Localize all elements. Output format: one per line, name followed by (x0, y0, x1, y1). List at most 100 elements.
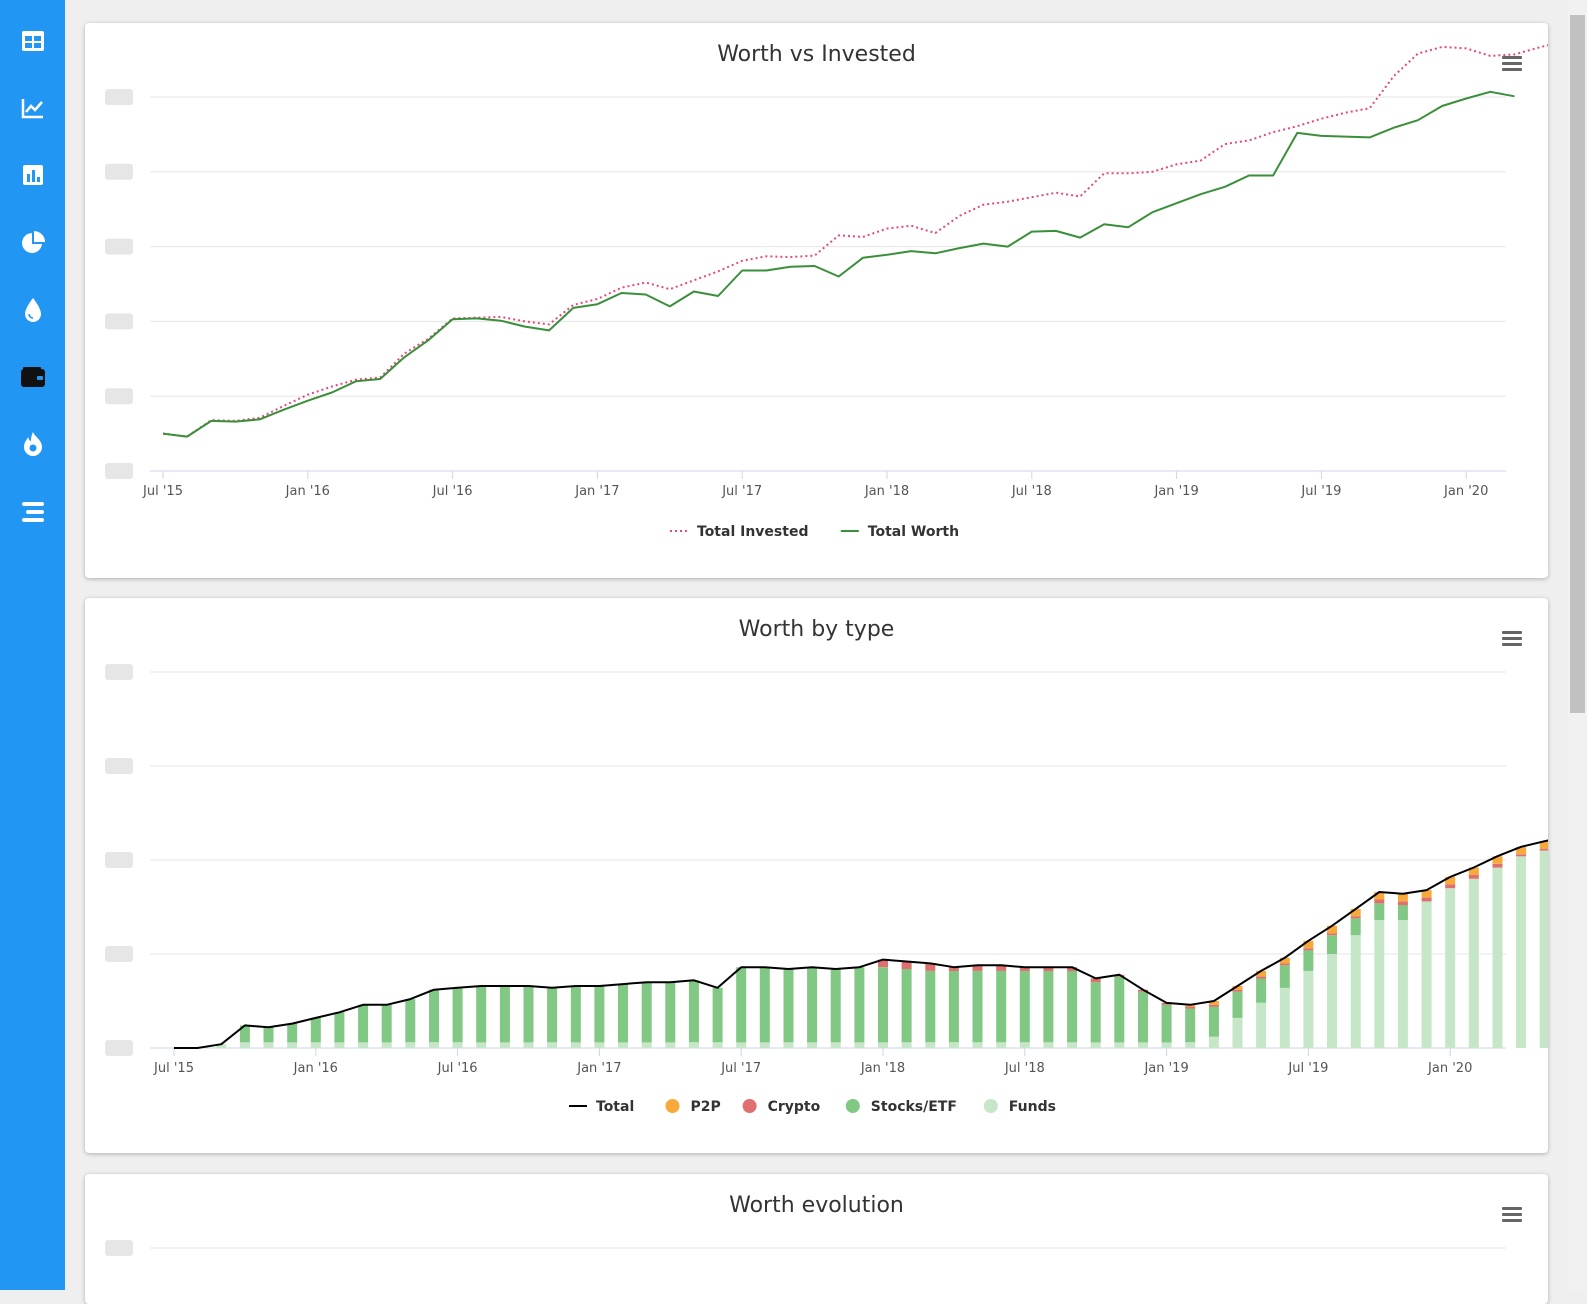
bar-segment-funds (1067, 1042, 1078, 1048)
legend-label: Total Invested (697, 524, 808, 540)
worth-evolution-chart[interactable] (85, 1174, 1548, 1304)
nav-stacked[interactable] (17, 496, 49, 528)
bar-segment-funds (429, 1042, 439, 1048)
bar-segment-stocks (499, 986, 510, 1043)
bar-segment-stocks (452, 987, 463, 1043)
bar-segment-crypto (1350, 916, 1361, 919)
bar-segment-funds (783, 1042, 794, 1048)
bar-segment-funds (901, 1042, 912, 1048)
bar-segment-crypto (1445, 884, 1456, 889)
bar-segment-stocks (1185, 1008, 1196, 1043)
stacked-bars-icon (22, 502, 44, 522)
bar-segment-funds (618, 1042, 628, 1048)
bar-segment-funds (1090, 1042, 1101, 1048)
bar-segment-funds (1019, 1042, 1030, 1048)
nav-table[interactable] (17, 25, 49, 57)
bar-segment-stocks (1327, 935, 1337, 954)
y-tick-label-blurred (105, 388, 133, 405)
bar-segment-crypto (1374, 899, 1385, 904)
bar-segment-stocks (358, 1004, 369, 1043)
bar-segment-funds (972, 1042, 983, 1048)
bar-segment-funds (405, 1042, 416, 1048)
bar-segment-stocks (1374, 903, 1385, 921)
worth-by-type-chart[interactable]: Jul '15 Jan '16 Jul '16 Jan '17 Jul '17 Jan '… (85, 598, 1548, 1153)
legend-label: Funds (1009, 1099, 1056, 1115)
line-chart-icon (21, 99, 43, 119)
bar-segment-stocks (570, 986, 581, 1043)
bar-segment-crypto (1327, 933, 1337, 936)
bar-segment-funds (1185, 1042, 1196, 1048)
x-tick-label: Jan '16 (285, 484, 330, 499)
x-tick-label: Jul '15 (142, 484, 183, 499)
nav-wallet[interactable] (17, 361, 49, 393)
y-tick-label-blurred (105, 1040, 133, 1056)
x-tick-label: Jul '16 (437, 1061, 478, 1076)
bar-segment-stocks (1350, 918, 1361, 936)
y-tick-label-blurred (105, 1240, 133, 1256)
bar-segment-funds (854, 1042, 865, 1048)
bar-segment-funds (476, 1042, 487, 1048)
bar-segment-stocks (1303, 950, 1314, 971)
worth-vs-invested-chart[interactable]: Jul '15 Jan '16 Jul '16 Jan '17 Jul '17 Jan '… (85, 23, 1548, 578)
nav-bar-chart[interactable] (17, 159, 49, 191)
bar-segment-stocks (263, 1027, 274, 1043)
x-tick-label: Jan '17 (574, 484, 619, 499)
bar-segment-crypto (1256, 976, 1267, 979)
bar-segment-crypto (1208, 1004, 1219, 1007)
bar-segment-stocks (807, 967, 818, 1043)
y-tick-label-blurred (105, 463, 133, 479)
legend-symbol (845, 1099, 860, 1113)
bar-segment-stocks (901, 969, 912, 1043)
x-tick-label: Jan '20 (1443, 484, 1488, 499)
bar-segment-crypto (1397, 901, 1408, 906)
bar-segment-funds (1374, 920, 1385, 1048)
bar-segment-funds (1468, 878, 1479, 1048)
bar-segment-crypto (1468, 875, 1479, 879)
bar-segment-funds (948, 1042, 959, 1048)
legend-label: Crypto (768, 1099, 821, 1115)
bar-segment-crypto (1279, 963, 1290, 966)
y-tick-label-blurred (105, 238, 133, 255)
bar-segment-stocks (736, 967, 747, 1043)
wallet-icon (21, 367, 45, 387)
bar-segment-funds (452, 1042, 463, 1048)
x-tick-label: Jul '16 (432, 484, 473, 499)
bar-segment-funds (499, 1042, 510, 1048)
page-scrollbar[interactable] (1568, 0, 1587, 1290)
nav-drop[interactable] (17, 294, 49, 326)
y-tick-label-blurred (105, 313, 133, 330)
bar-segment-stocks (618, 984, 628, 1043)
bar-chart-icon (23, 165, 43, 185)
table-icon (22, 31, 44, 51)
bar-segment-funds (1232, 1017, 1243, 1048)
sidebar (0, 0, 65, 1290)
nav-line-chart[interactable] (17, 92, 49, 124)
bar-segment-stocks (547, 987, 558, 1043)
bar-segment-funds (1516, 856, 1527, 1048)
chart-card-worth-evolution: Worth evolution (85, 1174, 1548, 1304)
bar-segment-funds (1397, 920, 1408, 1048)
water-drop-icon (25, 298, 41, 322)
nav-fire[interactable] (17, 428, 49, 460)
bar-segment-stocks (972, 970, 983, 1043)
bar-segment-stocks (429, 989, 439, 1043)
bar-segment-funds (381, 1042, 392, 1048)
bar-segment-funds (759, 1042, 770, 1048)
bar-segment-stocks (523, 986, 534, 1043)
y-tick-label-blurred (105, 946, 133, 962)
legend-label: P2P (691, 1099, 721, 1115)
y-tick-label-blurred (105, 89, 133, 105)
scrollbar-thumb[interactable] (1570, 15, 1585, 713)
bar-segment-funds (594, 1042, 605, 1048)
x-tick-label: Jul '18 (1004, 1061, 1045, 1076)
nav-pie-chart[interactable] (17, 227, 49, 259)
bar-segment-funds (1327, 954, 1337, 1048)
bar-segment-crypto (1185, 1006, 1196, 1009)
x-tick-label: Jan '18 (864, 484, 909, 499)
chart-card-worth-by-type: Worth by type Jul '15 Jan '16 Jul '16 Jan '… (85, 598, 1548, 1153)
bar-segment-funds (1043, 1042, 1054, 1048)
bar-segment-funds (1539, 850, 1548, 1048)
bar-segment-funds (1138, 1042, 1148, 1048)
bar-segment-stocks (1256, 978, 1267, 1003)
x-tick-label: Jan '19 (1143, 1061, 1188, 1076)
